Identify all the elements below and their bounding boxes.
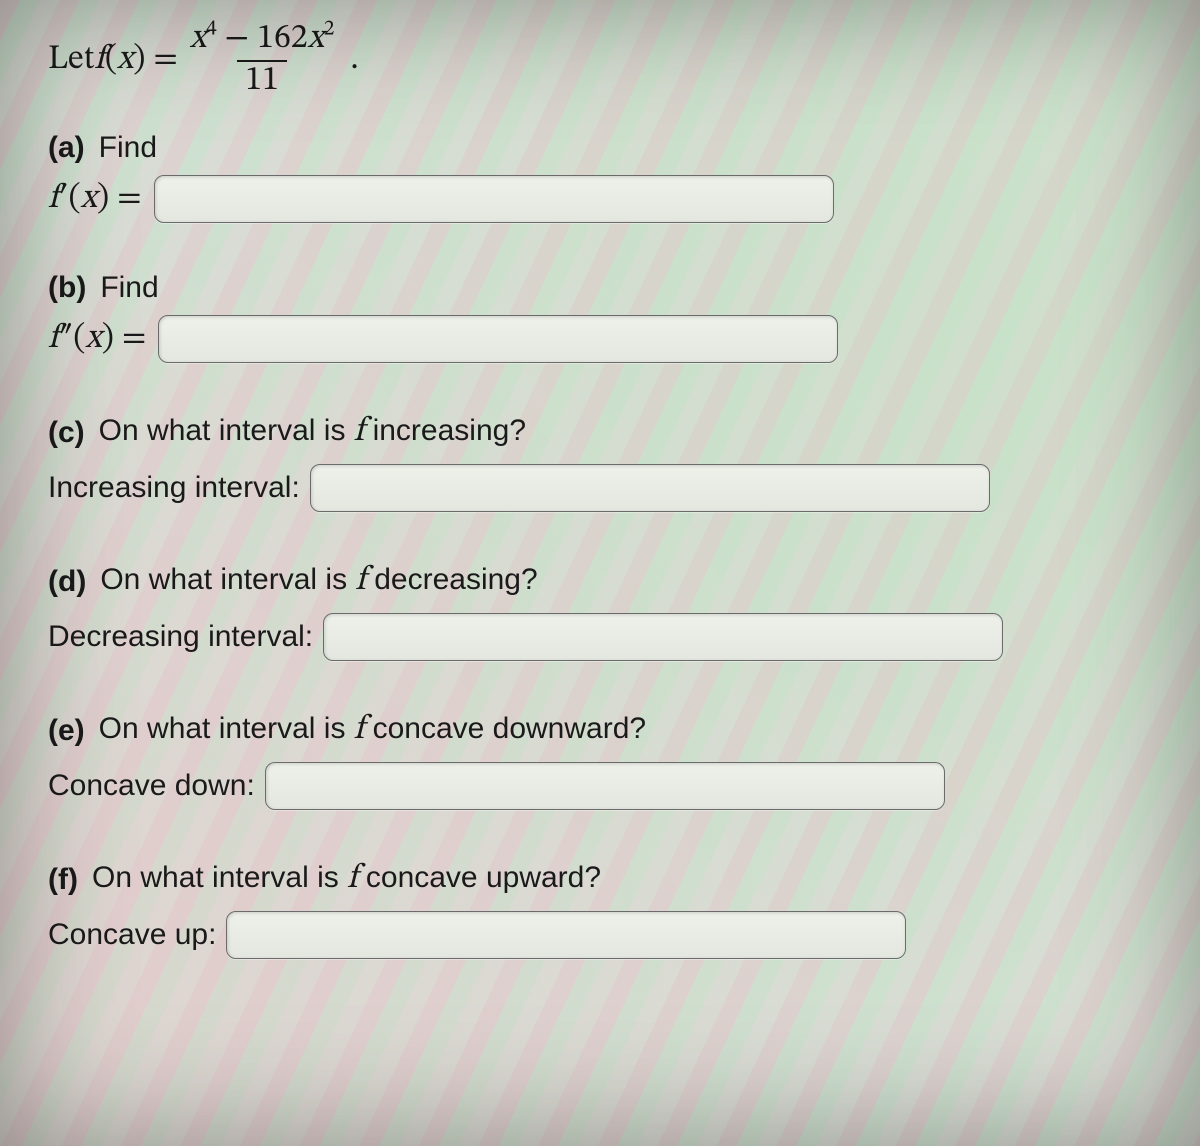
concave-down-input[interactable] bbox=[265, 762, 945, 810]
part-d: (d) On what interval is f decreasing? De… bbox=[48, 560, 1160, 661]
let-text: Let bbox=[48, 39, 94, 82]
part-c-post: increasing? bbox=[364, 414, 526, 447]
equals-sign: = bbox=[153, 43, 177, 77]
part-e-fn: f bbox=[354, 713, 364, 747]
part-a-label: (a) bbox=[48, 131, 85, 165]
part-b-label: (b) bbox=[48, 271, 86, 305]
fpp-eq: = bbox=[122, 322, 146, 356]
increasing-input[interactable] bbox=[310, 464, 990, 512]
num-x2: x bbox=[308, 22, 324, 56]
num-exp2: 2 bbox=[324, 20, 334, 41]
fpp-prime: ″ bbox=[58, 322, 73, 356]
increasing-label: Increasing interval: bbox=[48, 471, 300, 505]
decreasing-label: Decreasing interval: bbox=[48, 620, 313, 654]
part-e-label: (e) bbox=[48, 714, 85, 748]
part-e: (e) On what interval is f concave downwa… bbox=[48, 709, 1160, 810]
part-d-label: (d) bbox=[48, 565, 86, 599]
part-f-fn: f bbox=[347, 862, 357, 896]
part-d-fn: f bbox=[355, 564, 365, 598]
part-b-find: Find bbox=[100, 271, 158, 305]
part-f-post: concave upward? bbox=[358, 861, 602, 894]
concave-up-input[interactable] bbox=[226, 911, 906, 959]
fdoubleprime-lhs: f″(x) = bbox=[48, 318, 146, 361]
part-a: (a) Find f′(x) = bbox=[48, 131, 1160, 223]
fraction: x4 − 162x2 11 bbox=[182, 20, 342, 101]
fn-name: f bbox=[94, 43, 104, 77]
part-d-question: On what interval is f decreasing? bbox=[100, 560, 537, 603]
numerator: x4 − 162x2 bbox=[182, 20, 342, 60]
part-e-post: concave downward? bbox=[364, 712, 646, 745]
problem-statement: Let f(x) = x4 − 162x2 11 . bbox=[48, 20, 1160, 101]
part-b: (b) Find f″(x) = bbox=[48, 271, 1160, 363]
part-f-question: On what interval is f concave upward? bbox=[92, 858, 601, 901]
concave-up-label: Concave up: bbox=[48, 918, 216, 952]
part-e-question: On what interval is f concave downward? bbox=[99, 709, 646, 752]
fprime-arg: x bbox=[81, 182, 97, 216]
fprime-lhs: f′(x) = bbox=[48, 178, 142, 221]
part-d-pre: On what interval is bbox=[100, 563, 355, 596]
fn-arg: x bbox=[117, 43, 133, 77]
statement-period: . bbox=[350, 39, 358, 82]
decreasing-input[interactable] bbox=[323, 613, 1003, 661]
part-c: (c) On what interval is f increasing? In… bbox=[48, 411, 1160, 512]
fpp-f: f bbox=[48, 322, 58, 356]
function-def: f(x) = bbox=[94, 39, 178, 82]
part-e-pre: On what interval is bbox=[99, 712, 354, 745]
part-a-find: Find bbox=[99, 131, 157, 165]
num-exp4: 4 bbox=[206, 20, 216, 41]
fprime-prime: ′ bbox=[58, 182, 68, 216]
part-f-label: (f) bbox=[48, 863, 78, 897]
concave-down-label: Concave down: bbox=[48, 769, 255, 803]
denominator: 11 bbox=[237, 60, 287, 102]
fdoubleprime-input[interactable] bbox=[158, 315, 838, 363]
num-x4: x bbox=[190, 22, 206, 56]
fprime-f: f bbox=[48, 182, 58, 216]
part-f: (f) On what interval is f concave upward… bbox=[48, 858, 1160, 959]
num-minus: − bbox=[217, 22, 257, 56]
fpp-arg: x bbox=[85, 322, 101, 356]
fprime-input[interactable] bbox=[154, 175, 834, 223]
part-c-pre: On what interval is bbox=[99, 414, 354, 447]
num-coef: 162 bbox=[257, 22, 308, 56]
part-c-fn: f bbox=[354, 415, 364, 449]
part-f-pre: On what interval is bbox=[92, 861, 347, 894]
fprime-eq: = bbox=[117, 182, 141, 216]
part-c-question: On what interval is f increasing? bbox=[99, 411, 526, 454]
part-c-label: (c) bbox=[48, 416, 85, 450]
part-d-post: decreasing? bbox=[366, 563, 538, 596]
